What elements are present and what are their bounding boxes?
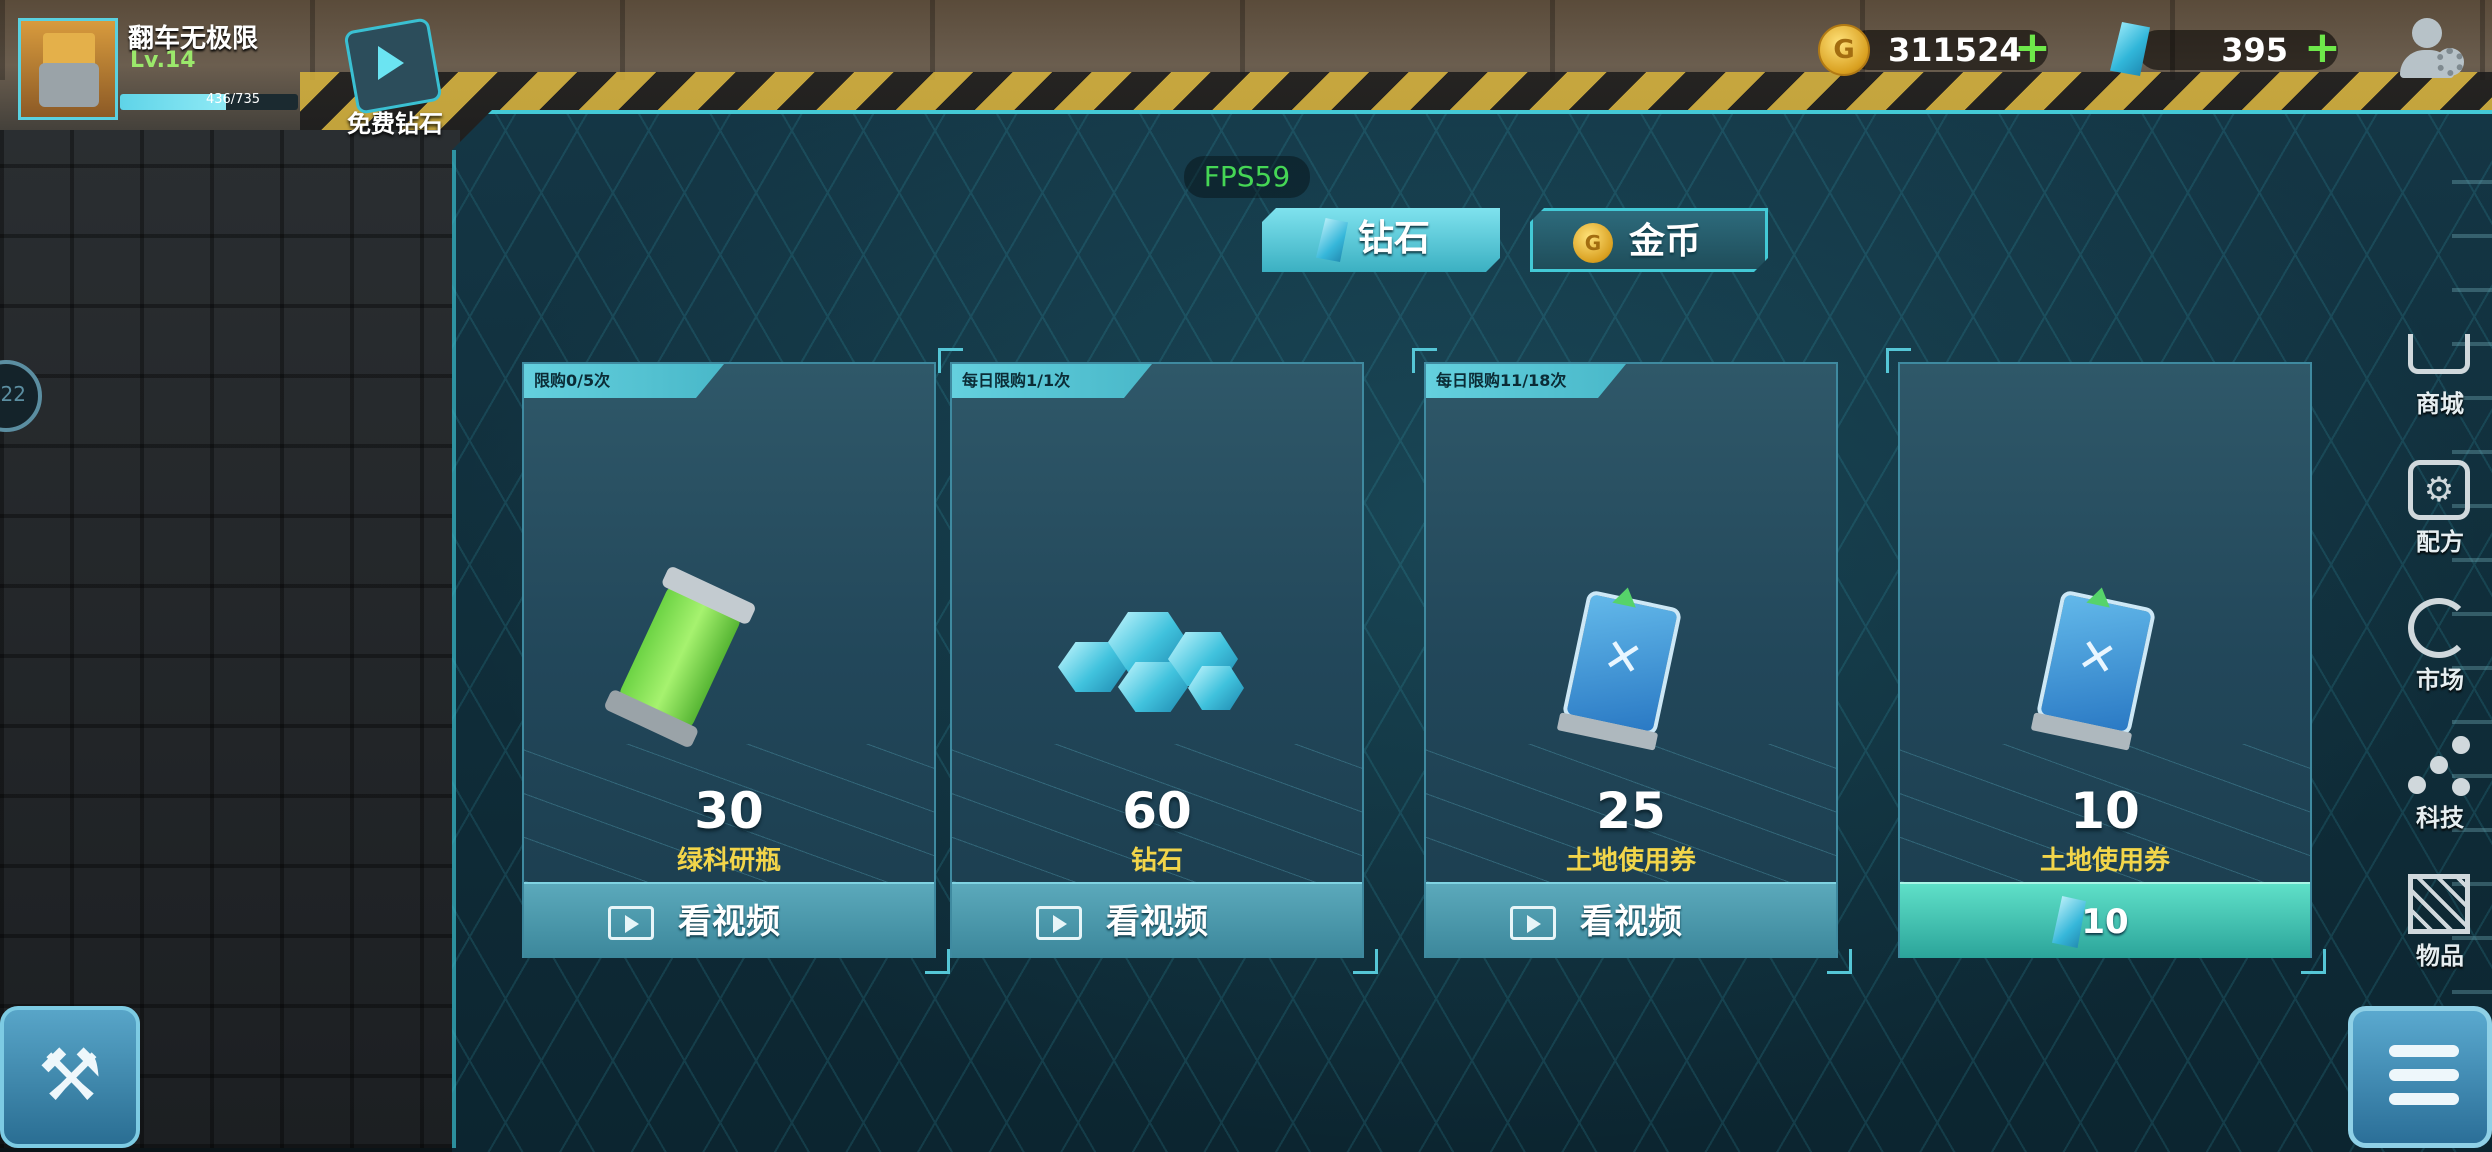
market-icon (2408, 598, 2470, 658)
diamond-icon (1316, 218, 1348, 262)
build-tools-button[interactable]: ⚒ (0, 1006, 140, 1148)
recipe-chip-icon (2408, 460, 2470, 520)
offer-name: 钻石 (1130, 846, 1183, 876)
panel-edge (452, 150, 456, 1148)
sidebar-item-label: 科技 (2416, 804, 2464, 832)
tab-gold-label: 金币 (1629, 221, 1702, 262)
purchase-limit-badge: 每日限购1/1次 (952, 364, 1152, 398)
sidebar-item-tech[interactable]: 科技 (2390, 732, 2490, 842)
factory-floor-background (0, 130, 460, 1148)
xp-text: 436/735 (205, 92, 260, 107)
watch-video-button[interactable]: 看视频 (1426, 882, 1836, 958)
offer-card: 每日限购1/1次 60 钻石 看视频 (938, 348, 1378, 974)
offer-name: 绿科研瓶 (676, 846, 781, 876)
offer-count: 30 (694, 782, 764, 840)
purchase-limit-badge: 限购0/5次 (524, 364, 724, 398)
sidebar-item-market[interactable]: 市场 (2390, 594, 2490, 704)
offer-count: 10 (2070, 782, 2140, 840)
main-menu-button[interactable] (2348, 1006, 2492, 1148)
tab-gold[interactable]: G 金币 (1530, 208, 1768, 272)
offer-name: 土地使用券 (2039, 846, 2170, 876)
diamond-icon (2110, 22, 2150, 76)
diamond-pile-icon (1058, 602, 1258, 722)
free-diamond-button[interactable]: 免费钻石 (340, 17, 450, 138)
offer-card: 限购0/5次 30 绿科研瓶 看视频 (522, 362, 950, 974)
purchase-limit-badge: 每日限购11/18次 (1426, 364, 1626, 398)
gold-coin-icon: G (1818, 24, 1870, 76)
sidebar-item-label: 物品 (2416, 942, 2464, 970)
offer-count: 25 (1596, 782, 1666, 840)
watch-video-button[interactable]: 看视频 (524, 882, 934, 958)
sidebar-item-label: 配方 (2416, 528, 2464, 556)
cart-icon (2408, 334, 2470, 374)
wrench-hammer-icon: ⚒ (37, 1033, 103, 1117)
buy-with-diamond-button[interactable]: 10 (1900, 882, 2310, 958)
add-gold-button[interactable]: + (2014, 26, 2051, 70)
tech-nodes-icon (2408, 736, 2470, 796)
settings-profile-icon[interactable] (2400, 16, 2470, 80)
tab-diamond-label: 钻石 (1358, 218, 1431, 259)
fps-counter: FPS59 (1184, 156, 1310, 198)
sidebar-item-items[interactable]: 物品 (2390, 870, 2490, 980)
diamond-value: 395 (2221, 31, 2288, 69)
sidebar-item-label: 市场 (2416, 666, 2464, 694)
tab-diamond[interactable]: 钻石 (1262, 208, 1500, 272)
gold-coin-icon: G (1573, 223, 1613, 263)
offer-name: 土地使用券 (1565, 846, 1696, 876)
menu-list-icon (2389, 1045, 2459, 1057)
sidebar-item-recipe[interactable]: 配方 (2390, 456, 2490, 566)
offer-count: 60 (1122, 782, 1192, 840)
gold-counter: G 311524 + (1818, 22, 2058, 76)
crate-icon (2408, 874, 2470, 934)
sidebar-item-shop[interactable]: 商城 (2390, 318, 2490, 428)
sidebar-item-label: 商城 (2416, 390, 2464, 418)
watch-video-button[interactable]: 看视频 (952, 882, 1362, 958)
player-avatar[interactable] (18, 18, 118, 120)
gold-value: 311524 (1888, 31, 2022, 69)
offer-card: 10 土地使用券 10 (1886, 348, 2326, 974)
diamond-counter: 395 + (2108, 22, 2348, 76)
player-level: Lv.14 (130, 48, 196, 73)
free-diamond-label: 免费钻石 (347, 110, 443, 138)
offer-card: 每日限购11/18次 25 土地使用券 看视频 (1412, 348, 1852, 974)
add-diamond-button[interactable]: + (2304, 26, 2341, 70)
